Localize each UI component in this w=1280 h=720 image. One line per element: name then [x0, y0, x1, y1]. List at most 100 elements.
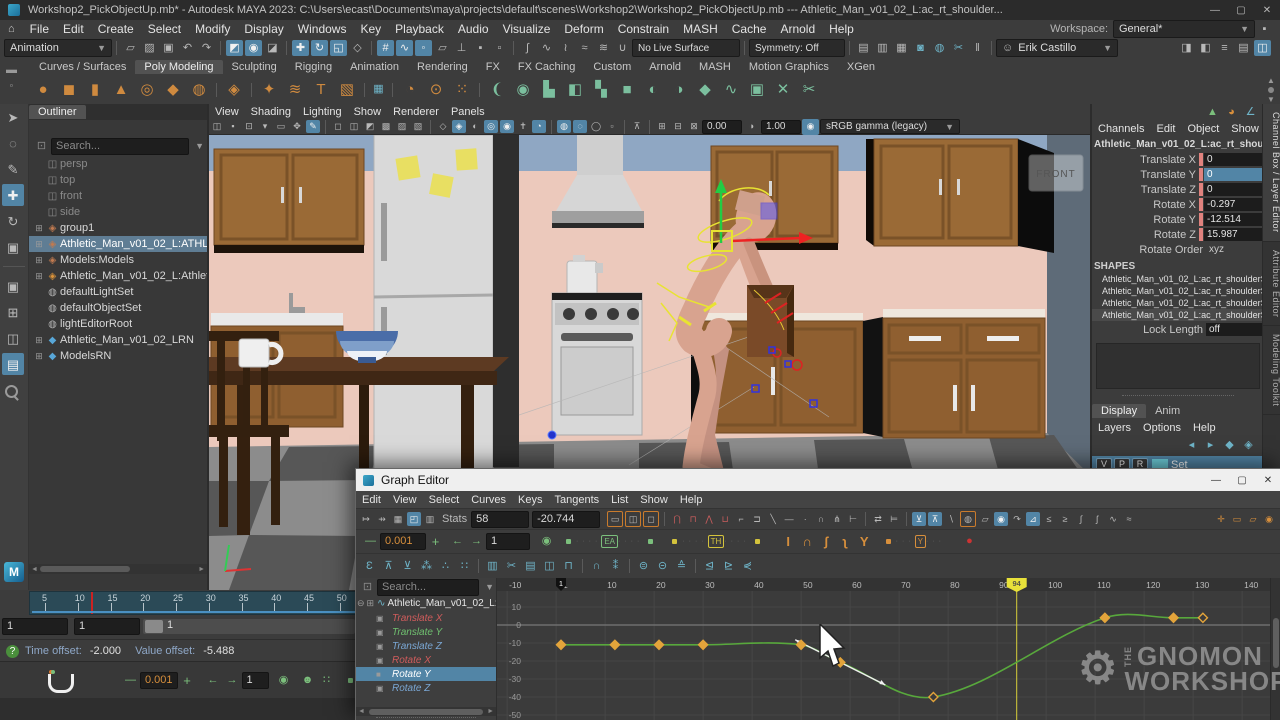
curve-1-icon[interactable]: ∿ — [538, 40, 555, 56]
menu-playback[interactable]: Playback — [388, 22, 451, 36]
expand-icon[interactable]: ⊞ — [33, 271, 45, 282]
range-end-field[interactable]: 1 — [74, 618, 140, 635]
ge-prev-key-icon[interactable]: ← — [449, 534, 466, 550]
fixed-tangents-icon[interactable]: — — [782, 512, 796, 526]
cardboard-box[interactable] — [747, 285, 794, 357]
render-current-icon[interactable]: ▥ — [874, 40, 891, 56]
paste-keys-icon[interactable]: ▤ — [522, 558, 539, 574]
ge-minimize-button[interactable]: — — [1203, 475, 1229, 486]
unmute-channel-icon[interactable]: ▱ — [978, 512, 992, 526]
shelf-tab-arnold[interactable]: Arnold — [640, 60, 690, 74]
outliner-filter-icon[interactable]: ⊡ — [33, 138, 50, 154]
image-plane-icon[interactable]: ▭ — [274, 120, 288, 133]
ge-th-badge[interactable]: TH — [708, 535, 725, 548]
ge-ea-dot-start[interactable] — [566, 539, 571, 544]
curve-4-icon[interactable]: ≋ — [595, 40, 612, 56]
new-layer-icon[interactable]: ◆ — [1221, 437, 1238, 453]
ge-menu-show[interactable]: Show — [634, 494, 674, 506]
lattice-deform-keys-icon[interactable]: ▦ — [391, 512, 405, 526]
curve-smoothness-2-icon[interactable]: ≈ — [1122, 512, 1136, 526]
fridge[interactable] — [374, 135, 519, 475]
channelbox-menu-channels[interactable]: Channels — [1092, 123, 1150, 135]
select-camera-icon[interactable]: ◫ — [210, 120, 224, 133]
keyframe-126[interactable] — [1169, 613, 1178, 622]
animbot-minus-icon[interactable]: — — [122, 673, 139, 689]
channel-value-field[interactable]: 0 — [1204, 168, 1262, 181]
value-snap-icon[interactable]: ⊼ — [928, 512, 942, 526]
channel-value-field[interactable]: -12.514 — [1204, 213, 1262, 226]
shelf-scroll-up-icon[interactable]: ▲ — [1264, 76, 1278, 85]
shelf-tab-xgen[interactable]: XGen — [838, 60, 884, 74]
rotate-tool-icon[interactable]: ↻ — [2, 210, 24, 232]
symmetry-field[interactable]: Symmetry: Off — [749, 39, 845, 57]
channel-row-rotate-z[interactable]: Rotate Z15.987 — [1092, 227, 1262, 242]
spline-tangents-icon[interactable]: ⋂ — [670, 512, 684, 526]
animbot-frames-field[interactable]: 1 — [242, 672, 270, 689]
sculpt-tool-icon[interactable]: ✦ — [257, 78, 281, 102]
channel-row-translate-y[interactable]: Translate Y0 — [1092, 167, 1262, 182]
poly-cube-green-icon[interactable]: ◆ — [693, 78, 717, 102]
retime-tool-icon[interactable]: ▥ — [423, 512, 437, 526]
open-scene-icon[interactable]: ▨ — [141, 40, 158, 56]
frame-all-icon[interactable]: ▭ — [607, 511, 623, 527]
scale-tool-icon[interactable]: ▣ — [2, 236, 24, 258]
2d-pan-zoom-icon[interactable]: ✥ — [290, 120, 304, 133]
shelf-tab-custom[interactable]: Custom — [584, 60, 640, 74]
isolate-select-icon[interactable]: ◇ — [436, 120, 450, 133]
maximize-button[interactable]: ▢ — [1228, 5, 1254, 16]
gamma-icon[interactable]: ◑ — [743, 119, 760, 135]
animbot-grid-icon[interactable]: ∷ — [318, 673, 335, 689]
loop-cycle-icon[interactable]: ⊜ — [635, 558, 652, 574]
wireframe-icon[interactable]: ◻ — [331, 120, 345, 133]
clip-far-icon[interactable]: ⊟ — [671, 120, 685, 133]
use-all-lights-icon[interactable]: ▩ — [379, 120, 393, 133]
outliner-search-input[interactable]: Search... — [51, 138, 189, 155]
tangent-step-icon[interactable]: Ι — [780, 534, 797, 550]
break-tangents-icon[interactable]: ⋔ — [830, 512, 844, 526]
ge-th-dot-start[interactable] — [672, 539, 677, 544]
panel-splitter[interactable] — [1122, 395, 1234, 400]
user-account-select[interactable]: ☺ Erik Castillo▼ — [996, 39, 1118, 57]
template-channel-icon[interactable]: ∖ — [944, 512, 958, 526]
time-editor-icon[interactable]: ▱ — [1246, 512, 1260, 526]
ge-ea-badge[interactable]: EA — [601, 535, 618, 548]
layer-menu-options[interactable]: Options — [1137, 422, 1187, 434]
open-as-panel-icon[interactable]: ✛ — [1214, 512, 1228, 526]
ge-maximize-button[interactable]: ▢ — [1229, 475, 1255, 486]
save-scene-icon[interactable]: ▣ — [160, 40, 177, 56]
resample-curves-icon[interactable]: ⊼ — [380, 558, 397, 574]
euler-filter-icon[interactable]: Ɛ — [361, 558, 378, 574]
ge-th-dot-end[interactable] — [755, 539, 760, 544]
animbot-next-key-icon[interactable]: → — [224, 673, 241, 689]
outliner-item-side[interactable]: ◫side — [29, 204, 207, 220]
help-icon[interactable]: ? — [6, 645, 19, 658]
ge-channel-rotate-y[interactable]: ■Rotate Y — [356, 667, 496, 681]
shape-item[interactable]: Athletic_Man_v01_02_L:ac_rt_shoulderShap… — [1092, 285, 1264, 297]
expand-icon[interactable]: ⊞ — [33, 335, 45, 346]
menu-arnold[interactable]: Arnold — [773, 22, 822, 36]
move-layer-down-icon[interactable]: ▸ — [1202, 437, 1219, 453]
lattice-box-icon[interactable]: ▣ — [745, 78, 769, 102]
curve-warp-icon[interactable]: ◐ — [641, 78, 665, 102]
ge-minus-icon[interactable]: — — [362, 534, 379, 550]
undo-icon[interactable]: ↶ — [179, 40, 196, 56]
copy-keys-icon[interactable]: ▥ — [484, 558, 501, 574]
delete-history-icon[interactable]: ✕ — [771, 78, 795, 102]
move-tool-icon[interactable]: ✚ — [292, 40, 309, 56]
ge-ea-dot-end[interactable] — [648, 539, 653, 544]
center-current-time-icon[interactable]: ◻ — [643, 511, 659, 527]
exposure-field[interactable]: 0.00 — [702, 120, 742, 134]
toggle-channelbox-icon[interactable]: ◨ — [1178, 40, 1195, 56]
outliner-item-models-models[interactable]: ⊞◈Models:Models — [29, 252, 207, 268]
channelbox-menu-object[interactable]: Object — [1181, 123, 1225, 135]
shelf-tab-animation[interactable]: Animation — [341, 60, 408, 74]
highlight-selection-icon[interactable]: ▫ — [491, 40, 508, 56]
poly-cylinder-icon[interactable]: ▮ — [83, 78, 107, 102]
ge-node-label[interactable]: Athletic_Man_v01_02_L:ac_r — [387, 598, 496, 609]
redo-icon[interactable]: ↷ — [198, 40, 215, 56]
upper-cabinet-left[interactable] — [214, 149, 364, 253]
lock-camera-icon[interactable]: ▪ — [226, 120, 240, 133]
outliner-item-front[interactable]: ◫front — [29, 188, 207, 204]
menu-file[interactable]: File — [23, 22, 56, 36]
outliner-item-athletic-man-v01-02-l-athleticman-a[interactable]: ⊞◈Athletic_Man_v01_02_L:AthleticMan_A — [29, 268, 207, 284]
